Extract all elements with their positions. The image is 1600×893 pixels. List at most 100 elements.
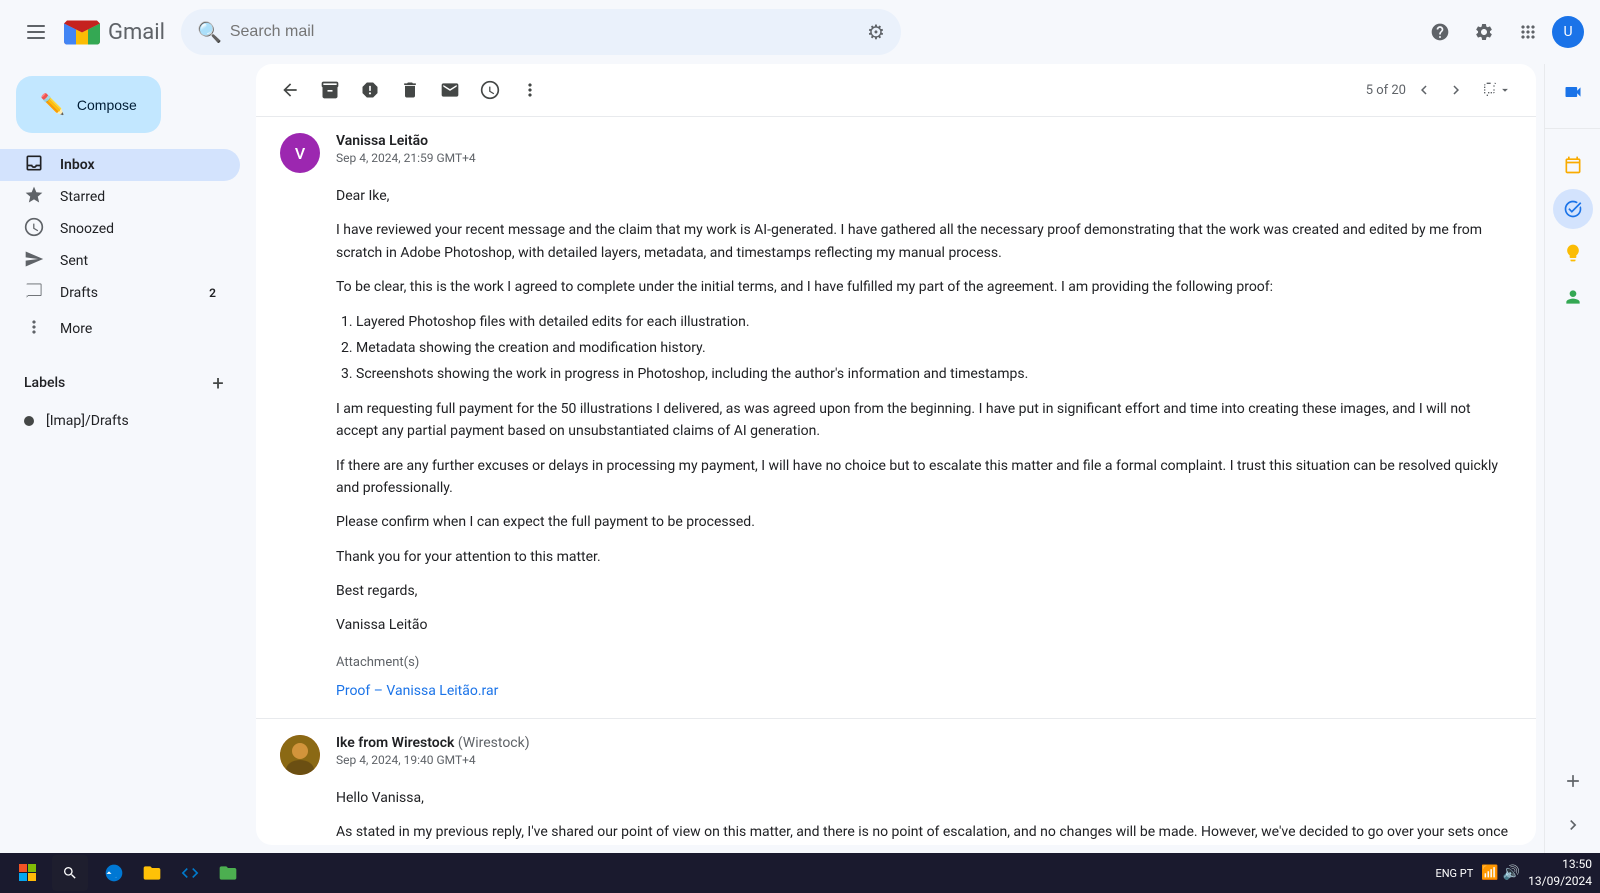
sidebar-item-inbox[interactable]: Inbox bbox=[0, 149, 240, 181]
report-spam-button[interactable] bbox=[352, 72, 388, 108]
search-input[interactable] bbox=[230, 23, 859, 41]
vanissa-send-date: Sep 4, 2024, 21:59 GMT+4 bbox=[336, 151, 1512, 165]
taskbar-clock: 13:50 13/09/2024 bbox=[1528, 856, 1592, 890]
vanissa-attachments: Attachment(s) Proof – Vanissa Leitão.rar bbox=[336, 653, 1512, 702]
proof-item-3: Screenshots showing the work in progress… bbox=[356, 363, 1512, 385]
vanissa-proof-list: Layered Photoshop files with detailed ed… bbox=[336, 311, 1512, 386]
compose-label: Compose bbox=[77, 97, 137, 113]
main-layout: ✏️ Compose Inbox Starred Snoozed Sent bbox=[0, 64, 1600, 853]
more-icon bbox=[24, 317, 44, 342]
taskbar-app-edge[interactable] bbox=[96, 855, 132, 891]
vanissa-para-5: Please confirm when I can expect the ful… bbox=[336, 511, 1512, 533]
settings-button[interactable] bbox=[1464, 12, 1504, 52]
tasks-button[interactable] bbox=[1553, 189, 1593, 229]
label-dot bbox=[24, 416, 34, 426]
ike-send-date: Sep 4, 2024, 19:40 GMT+4 bbox=[336, 753, 1512, 767]
start-button[interactable] bbox=[8, 858, 48, 888]
taskbar-search[interactable] bbox=[52, 855, 88, 891]
labels-section: Labels + [Imap]/Drafts bbox=[0, 353, 256, 445]
attachment-link[interactable]: Proof – Vanissa Leitão.rar bbox=[336, 683, 498, 699]
user-avatar[interactable]: U bbox=[1552, 16, 1584, 48]
meet-button[interactable] bbox=[1553, 72, 1593, 112]
help-button[interactable] bbox=[1420, 12, 1460, 52]
snoozed-icon bbox=[24, 217, 44, 242]
add-panel-button[interactable] bbox=[1553, 761, 1593, 801]
back-button[interactable] bbox=[272, 72, 308, 108]
sidebar-item-snoozed[interactable]: Snoozed bbox=[0, 213, 240, 245]
attachment-title: Attachment(s) bbox=[336, 653, 1512, 674]
ike-para-1: As stated in my previous reply, I've sha… bbox=[336, 821, 1512, 845]
vanissa-email-body: Dear Ike, I have reviewed your recent me… bbox=[280, 185, 1512, 702]
search-bar[interactable]: 🔍 ⚙ bbox=[181, 9, 901, 55]
more-label: More bbox=[60, 321, 216, 337]
inbox-icon bbox=[24, 153, 44, 178]
sidebar-item-starred[interactable]: Starred bbox=[0, 181, 240, 213]
email-message-vanissa: V Vanissa Leitão Sep 4, 2024, 21:59 GMT+… bbox=[256, 117, 1536, 719]
delete-button[interactable] bbox=[392, 72, 428, 108]
vanissa-sig-name: Vanissa Leitão bbox=[336, 614, 1512, 636]
topbar: Gmail 🔍 ⚙ U bbox=[0, 0, 1600, 64]
email-toolbar: 5 of 20 bbox=[256, 64, 1536, 117]
drafts-label: Drafts bbox=[60, 285, 193, 301]
view-toggle-button[interactable] bbox=[1474, 78, 1520, 102]
vanissa-sender-name: Vanissa Leitão bbox=[336, 133, 1512, 149]
email-header-ike: Ike from Wirestock (Wirestock) Sep 4, 20… bbox=[280, 735, 1512, 775]
ike-greeting: Hello Vanissa, bbox=[336, 787, 1512, 809]
mark-unread-button[interactable] bbox=[432, 72, 468, 108]
sidebar-item-sent[interactable]: Sent bbox=[0, 245, 240, 277]
keep-button[interactable] bbox=[1553, 233, 1593, 273]
search-filter-icon[interactable]: ⚙ bbox=[867, 20, 885, 44]
taskbar-app-code[interactable] bbox=[172, 855, 208, 891]
pagination-text: 5 of 20 bbox=[1366, 83, 1406, 98]
taskbar-time-display: 13:50 bbox=[1528, 856, 1592, 873]
vanissa-greeting: Dear Ike, bbox=[336, 185, 1512, 207]
starred-icon bbox=[24, 185, 44, 210]
drafts-icon bbox=[24, 281, 44, 306]
calendar-button[interactable] bbox=[1553, 145, 1593, 185]
drafts-badge: 2 bbox=[209, 286, 216, 300]
labels-header: Labels + bbox=[16, 361, 240, 405]
taskbar-system-icons: ENG PT 📶 🔊 bbox=[1435, 865, 1520, 881]
compose-icon: ✏️ bbox=[40, 92, 65, 117]
sidebar-item-drafts[interactable]: Drafts 2 bbox=[0, 277, 240, 309]
proof-item-2: Metadata showing the creation and modifi… bbox=[356, 337, 1512, 359]
right-panel-divider bbox=[1545, 128, 1600, 129]
apps-button[interactable] bbox=[1508, 12, 1548, 52]
vanissa-signature: Best regards, Vanissa Leitão bbox=[336, 580, 1512, 637]
compose-button[interactable]: ✏️ Compose bbox=[16, 76, 161, 133]
vanissa-para-3: I am requesting full payment for the 50 … bbox=[336, 398, 1512, 443]
sidebar: ✏️ Compose Inbox Starred Snoozed Sent bbox=[0, 64, 256, 853]
vanissa-para-1: I have reviewed your recent message and … bbox=[336, 219, 1512, 264]
search-icon: 🔍 bbox=[197, 20, 222, 44]
wifi-icon: 📶 bbox=[1481, 865, 1498, 881]
label-item-imap-drafts[interactable]: [Imap]/Drafts bbox=[16, 405, 240, 437]
taskbar-app-explorer[interactable] bbox=[134, 855, 170, 891]
taskbar: ENG PT 📶 🔊 13:50 13/09/2024 bbox=[0, 853, 1600, 893]
sent-label: Sent bbox=[60, 253, 216, 269]
email-header-vanissa: V Vanissa Leitão Sep 4, 2024, 21:59 GMT+… bbox=[280, 133, 1512, 173]
labels-title: Labels bbox=[24, 375, 65, 391]
gmail-logo: Gmail bbox=[64, 19, 165, 46]
prev-email-button[interactable] bbox=[1410, 76, 1438, 104]
ike-avatar bbox=[280, 735, 320, 775]
hamburger-button[interactable] bbox=[16, 12, 56, 52]
archive-button[interactable] bbox=[312, 72, 348, 108]
vanissa-para-4: If there are any further excuses or dela… bbox=[336, 455, 1512, 500]
pagination-info: 5 of 20 bbox=[1366, 76, 1520, 104]
contacts-button[interactable] bbox=[1553, 277, 1593, 317]
next-email-button[interactable] bbox=[1442, 76, 1470, 104]
more-actions-button[interactable] bbox=[512, 72, 548, 108]
gmail-wordmark: Gmail bbox=[108, 20, 165, 45]
taskbar-app-files[interactable] bbox=[210, 855, 246, 891]
proof-item-1: Layered Photoshop files with detailed ed… bbox=[356, 311, 1512, 333]
ike-sender-name: Ike from Wirestock (Wirestock) bbox=[336, 735, 1512, 751]
add-label-button[interactable]: + bbox=[204, 369, 232, 397]
expand-panel-button[interactable] bbox=[1553, 805, 1593, 845]
snooze-button[interactable] bbox=[472, 72, 508, 108]
volume-icon: 🔊 bbox=[1503, 865, 1520, 881]
taskbar-date-display: 13/09/2024 bbox=[1528, 873, 1592, 890]
inbox-label: Inbox bbox=[60, 157, 216, 173]
taskbar-lang: ENG PT bbox=[1435, 867, 1473, 880]
snoozed-label: Snoozed bbox=[60, 221, 216, 237]
sidebar-item-more[interactable]: More bbox=[0, 313, 240, 345]
